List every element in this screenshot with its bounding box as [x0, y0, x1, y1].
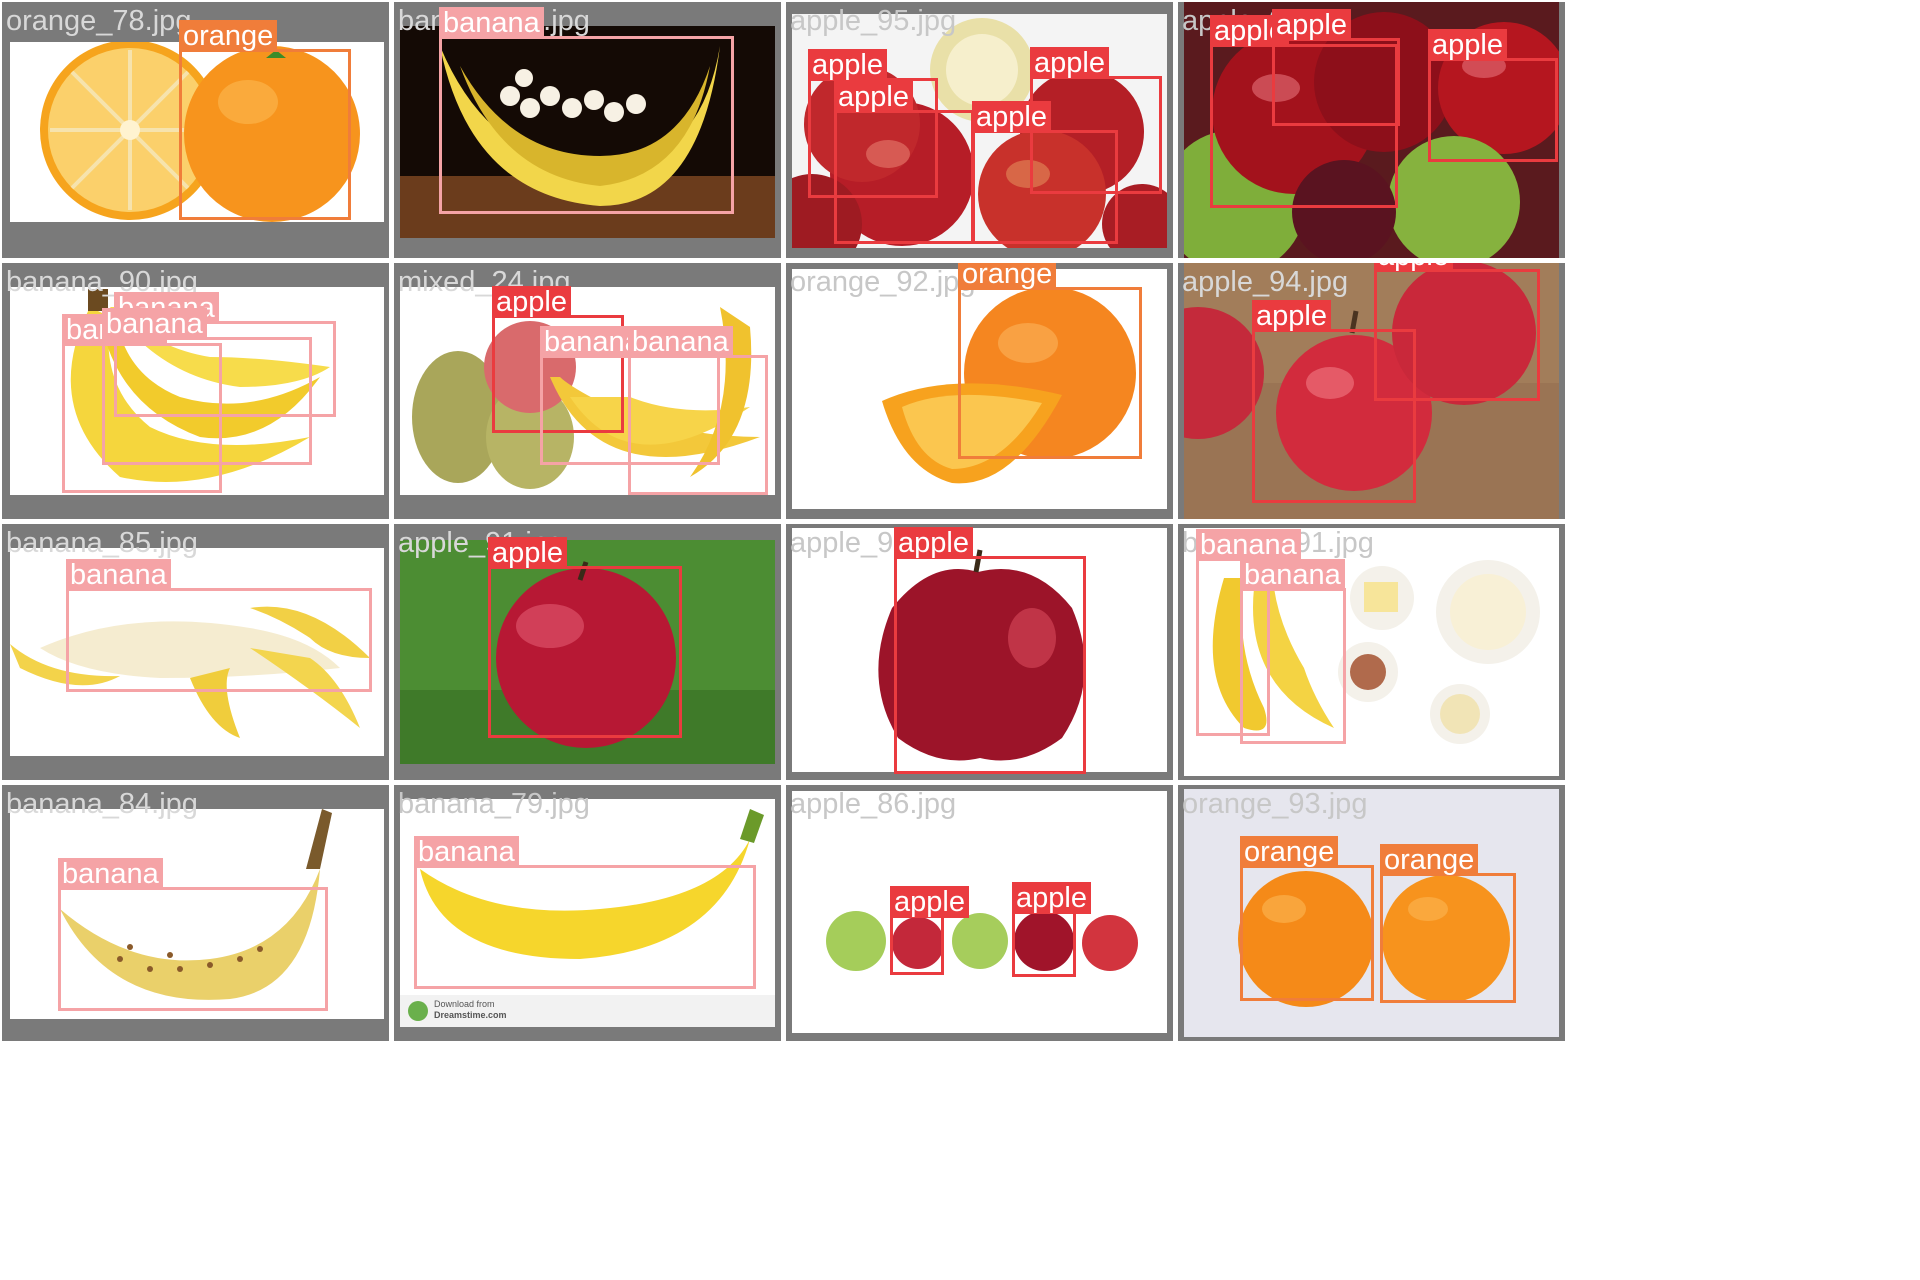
detection-label: orange — [1380, 844, 1479, 876]
image-filename: banana_79.jpg — [398, 788, 590, 820]
image-filename: banana_85.jpg — [6, 527, 198, 559]
image-filename: orange_78.jpg — [6, 5, 192, 37]
tile-banana-85[interactable]: banana_85.jpg banana — [2, 524, 389, 780]
image-filename: orange_92.jpg — [790, 266, 976, 298]
detection-label: apple — [1012, 882, 1091, 914]
detection-box[interactable]: orange — [179, 20, 351, 220]
detection-label: banana — [414, 836, 519, 868]
detection-box[interactable]: apple — [894, 527, 1086, 774]
detection-label: banana — [628, 326, 733, 358]
image-filename: apple_95.jpg — [790, 5, 957, 37]
detection-label: apple — [1428, 29, 1507, 61]
apples-row-illustration — [826, 911, 1138, 971]
tile-banana-84[interactable]: banana_84.jpg banana — [2, 785, 389, 1041]
detection-label: apple — [894, 527, 973, 559]
photo — [792, 791, 1167, 1033]
detection-label: apple — [972, 101, 1051, 133]
tile-apple-98[interactable]: apple_98.jpg apple apple apple — [1178, 2, 1565, 258]
tile-banana-79[interactable]: Download from Dreamstime.com banana_79.j… — [394, 785, 781, 1041]
detection-box[interactable]: orange — [1240, 836, 1374, 1001]
tile-orange-92[interactable]: orange_92.jpg orange — [786, 263, 1173, 519]
tile-orange-78[interactable]: orange_78.jpg orange — [2, 2, 389, 258]
tile-banana-99[interactable]: banana_99.jpg banana — [394, 2, 781, 258]
detection-label: apple — [492, 286, 571, 318]
detection-box[interactable]: apple — [1012, 882, 1091, 977]
detection-label: apple — [1272, 9, 1351, 41]
detection-box[interactable]: apple — [972, 101, 1118, 244]
watermark: Download from Dreamstime.com — [434, 999, 507, 1021]
detection-label: apple — [1374, 263, 1453, 272]
detection-label: banana — [439, 7, 544, 39]
detection-box[interactable]: apple — [890, 886, 969, 975]
detection-box[interactable]: apple — [1428, 29, 1558, 162]
detection-label: apple — [488, 537, 567, 569]
detection-label: apple — [890, 886, 969, 918]
detection-box[interactable]: banana — [1240, 559, 1346, 744]
detection-box[interactable]: apple — [834, 81, 974, 244]
tile-orange-93[interactable]: orange_93.jpg orange orange — [1178, 785, 1565, 1041]
detection-label: apple — [1030, 47, 1109, 79]
tile-apple-94[interactable]: apple_94.jpg apple apple — [1178, 263, 1565, 519]
detection-label: banana — [1240, 559, 1345, 591]
detection-box[interactable]: banana — [628, 326, 768, 495]
tile-mixed-24[interactable]: mixed_24.jpg apple banana banana — [394, 263, 781, 519]
detection-box[interactable]: banana — [58, 858, 328, 1011]
detection-box[interactable]: apple — [488, 537, 682, 738]
image-filename: apple_94.jpg — [1182, 266, 1349, 298]
detection-label: orange — [1240, 836, 1339, 868]
detection-box[interactable]: banana — [102, 308, 312, 465]
tile-apple-86[interactable]: apple_86.jpg apple apple — [786, 785, 1173, 1041]
detection-label: banana — [1196, 529, 1301, 561]
watermark-line: Dreamstime.com — [434, 1010, 507, 1020]
image-filename: orange_93.jpg — [1182, 788, 1368, 820]
tile-apple-95[interactable]: apple_95.jpg apple apple apple apple — [786, 2, 1173, 258]
detection-box[interactable]: banana — [414, 836, 756, 989]
detection-label: banana — [58, 858, 163, 890]
detection-box[interactable]: apple — [1252, 300, 1416, 503]
detection-box[interactable]: apple — [1272, 9, 1400, 126]
tile-apple-91[interactable]: apple_91.jpg apple — [394, 524, 781, 780]
detection-label: orange — [179, 20, 278, 52]
detection-box[interactable]: orange — [1380, 844, 1516, 1003]
tile-banana-91[interactable]: banana_91.jpg banana banana — [1178, 524, 1565, 780]
detection-box[interactable]: banana — [66, 559, 372, 692]
detection-box[interactable]: orange — [958, 263, 1142, 459]
image-filename: apple_86.jpg — [790, 788, 957, 820]
detection-label: apple — [1252, 300, 1331, 332]
watermark-line: Download from — [434, 999, 495, 1009]
image-filename: banana_84.jpg — [6, 788, 198, 820]
detection-mosaic: orange_78.jpg orange banana_99.jpg banan… — [0, 0, 1920, 1280]
detection-label: orange — [958, 263, 1057, 290]
tile-banana-90[interactable]: banana_90.jpg banana banana banana — [2, 263, 389, 519]
detection-box[interactable]: banana — [439, 7, 734, 214]
detection-label: banana — [66, 559, 171, 591]
detection-label: banana — [102, 308, 207, 340]
detection-label: apple — [834, 81, 913, 113]
tile-apple-93[interactable]: apple_93.jpg apple — [786, 524, 1173, 780]
detection-label: apple — [808, 49, 887, 81]
